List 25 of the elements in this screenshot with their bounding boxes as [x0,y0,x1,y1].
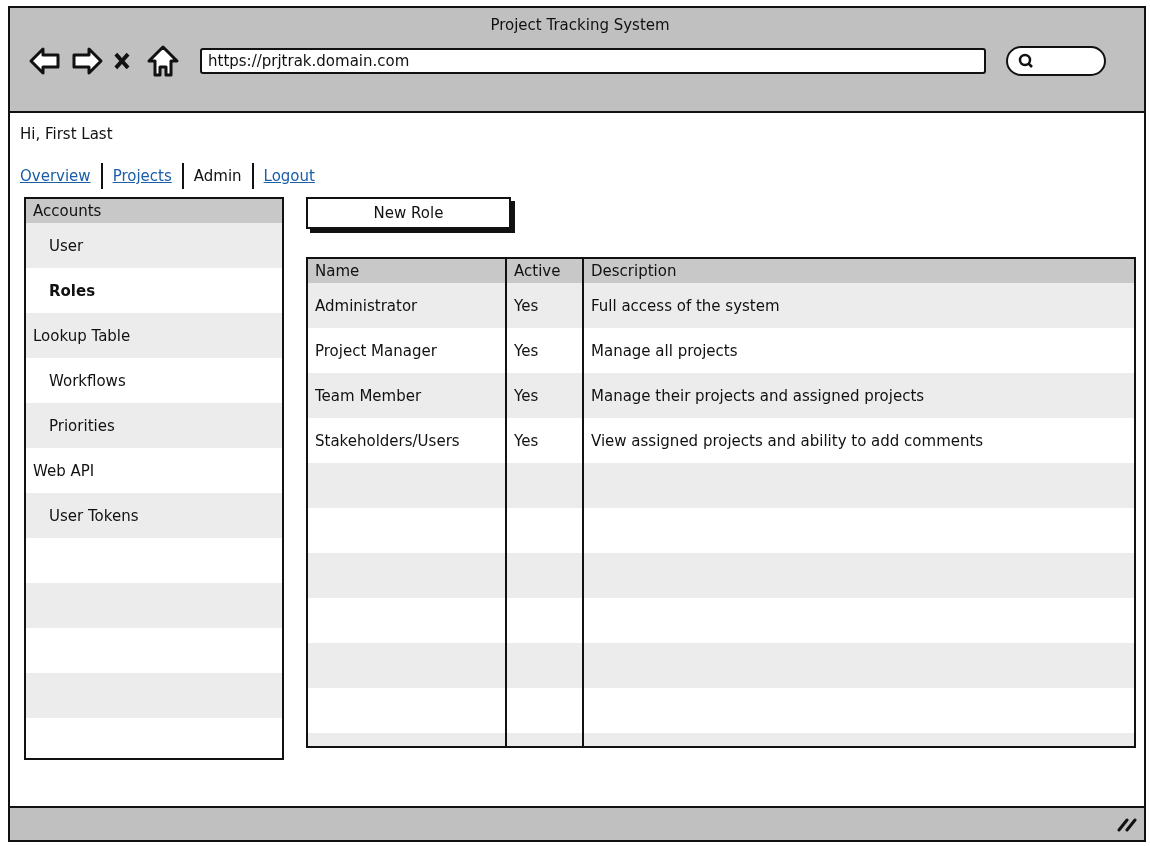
column-header: Active [505,259,582,283]
sidebar-item[interactable]: Lookup Table [26,313,282,358]
nav-link[interactable]: Projects [102,167,182,185]
search-field[interactable] [1006,46,1106,76]
search-icon [1018,53,1034,69]
table-cell: Team Member [308,373,505,418]
window-title: Project Tracking System [490,16,670,34]
sidebar-item[interactable]: User [26,223,282,268]
column-header: Description [582,259,1134,283]
sidebar-item[interactable]: User Tokens [26,493,282,538]
sidebar-header: Accounts [26,199,282,223]
nav-link[interactable]: Overview [20,167,101,185]
table-cell: Full access of the system [582,283,1134,328]
table-cell: Manage their projects and assigned projects [582,373,1134,418]
home-icon[interactable] [146,44,180,78]
sidebar-item[interactable]: Priorities [26,403,282,448]
nav-link[interactable]: Logout [253,167,325,185]
table-cell: Yes [505,283,582,328]
table-cell: Administrator [308,283,505,328]
column-header: Name [308,259,505,283]
table-cell: Yes [505,373,582,418]
nav-link[interactable]: Admin [183,167,252,185]
address-field[interactable]: https://prjtrak.domain.com [200,48,986,74]
greeting-text: Hi, First Last [20,125,114,143]
resize-grip-icon[interactable] [1116,816,1138,832]
